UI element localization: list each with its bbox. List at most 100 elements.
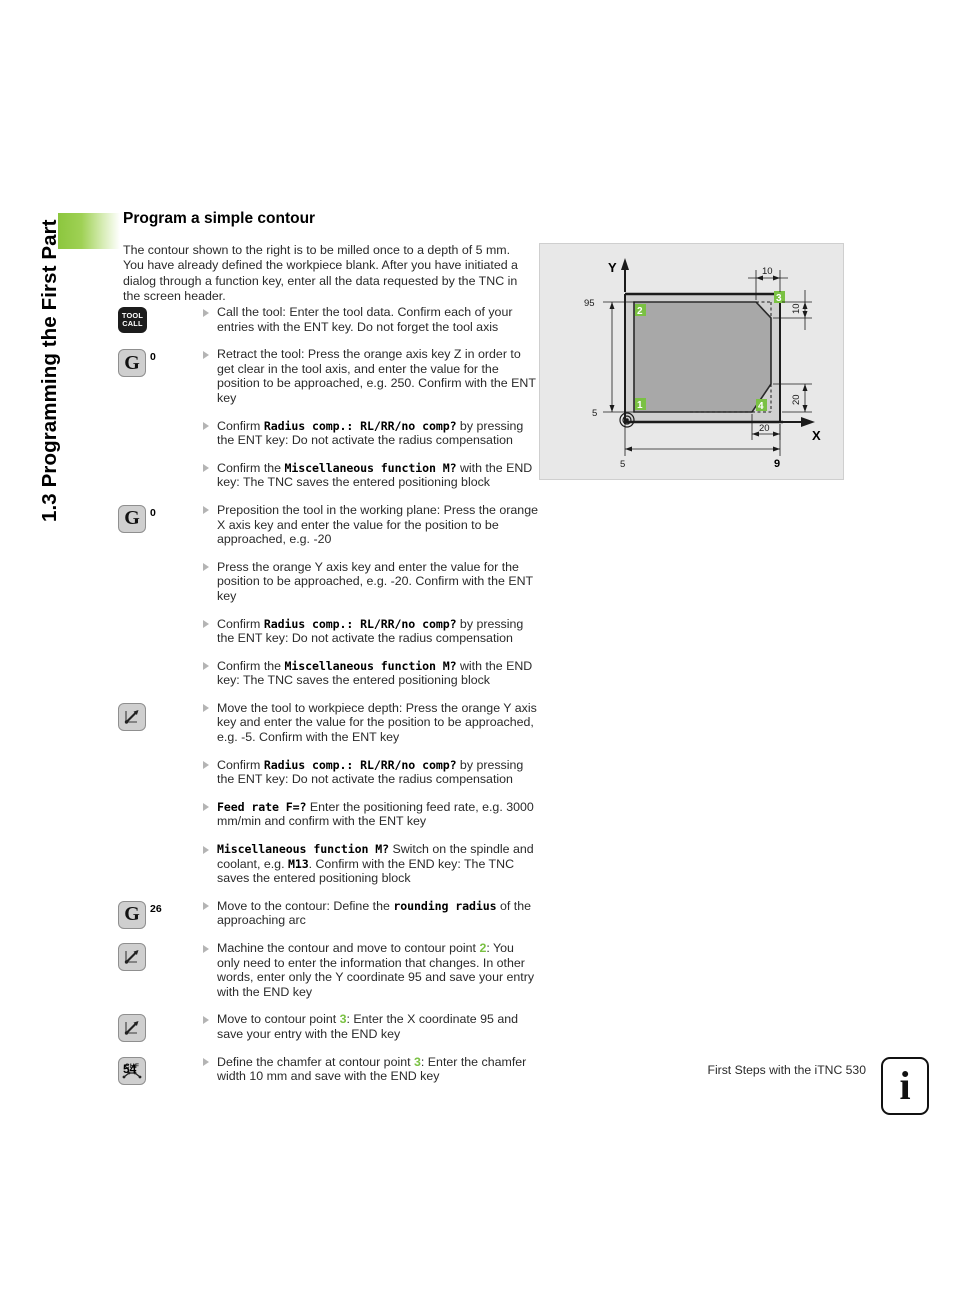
svg-text:2: 2 — [637, 306, 643, 317]
chapter-side-tab: 1.3 Programming the First Part — [0, 0, 120, 1308]
bullet-triangle-icon — [203, 662, 209, 671]
step-bullets: Retract the tool: Press the orange axis … — [203, 347, 538, 503]
tool-call-key-face: TOOL CALL — [118, 307, 147, 333]
instruction-bullet: Confirm the Miscellaneous function M? wi… — [203, 659, 538, 688]
text-run: Confirm — [217, 616, 264, 631]
instruction-bullet: Confirm Radius comp.: RL/RR/no comp? by … — [203, 419, 538, 448]
straight-line-icon — [118, 1014, 146, 1043]
tnc-dialog-prompt: Feed rate F=? — [217, 799, 307, 814]
straight-line-key[interactable] — [118, 943, 146, 971]
instruction-bullet: Preposition the tool in the working plan… — [203, 503, 538, 547]
axis-label-y: Y — [608, 260, 617, 275]
axis-label-x: X — [812, 428, 821, 443]
text-run: Move to contour point — [217, 1012, 340, 1027]
instruction-bullet: Call the tool: Enter the tool data. Conf… — [203, 305, 538, 334]
svg-text:1: 1 — [637, 400, 643, 411]
tnc-dialog-prompt: Radius comp.: RL/RR/no comp? — [263, 757, 457, 772]
info-icon: i — [881, 1057, 929, 1115]
dim-bottom-9: 9 — [774, 458, 780, 470]
straight-line-icon — [118, 943, 146, 971]
svg-text:3: 3 — [776, 293, 782, 304]
step-group: TOOL CALL Call the tool: Enter the tool da… — [118, 305, 538, 347]
svg-text:4: 4 — [758, 401, 764, 412]
bullet-text: Retract the tool: Press the orange axis … — [217, 347, 536, 405]
step-key-column — [118, 701, 203, 731]
step-key-column: G0 — [118, 347, 203, 378]
step-key-column: TOOL CALL — [118, 305, 203, 333]
step-group: G 26 Move to the contour: Define the round… — [118, 899, 538, 941]
bullet-text: Confirm Radius comp.: RL/RR/no comp? by … — [217, 758, 523, 787]
bullet-text: Call the tool: Enter the tool data. Conf… — [217, 305, 512, 334]
text-run: Move the tool to workpiece depth: Press … — [217, 700, 537, 745]
steps-list: TOOL CALL Call the tool: Enter the tool da… — [118, 305, 538, 1097]
straight-line-key[interactable] — [118, 1014, 146, 1043]
text-run: Confirm — [217, 757, 264, 772]
bullet-text: Press the orange Y axis key and enter th… — [217, 560, 533, 603]
dim-left-5: 5 — [592, 408, 597, 419]
step-bullets: Move to the contour: Define the rounding… — [203, 899, 538, 941]
bullet-text: Move to the contour: Define the rounding… — [217, 899, 531, 928]
tnc-dialog-prompt: Miscellaneous function M? — [284, 658, 457, 673]
step-key-column: G 26 — [118, 899, 203, 929]
step-group: G 0 Preposition the tool in the working pl… — [118, 503, 538, 701]
instruction-bullet: Press the orange Y axis key and enter th… — [203, 560, 538, 604]
footer-title: First Steps with the iTNC 530 — [707, 1063, 867, 1077]
bullet-text: Move the tool to workpiece depth: Press … — [217, 701, 537, 744]
step-group: Move to contour point 3: Enter the X coo… — [118, 1012, 538, 1054]
bullet-text: Machine the contour and move to contour … — [217, 941, 534, 999]
bullet-text: Confirm the Miscellaneous function M? wi… — [217, 659, 532, 688]
bullet-triangle-icon — [203, 563, 209, 572]
instruction-bullet: Feed rate F=? Enter the positioning feed… — [203, 800, 538, 829]
step-bullets: Call the tool: Enter the tool data. Conf… — [203, 305, 538, 347]
g-26-key[interactable]: G 26 — [118, 900, 162, 929]
straight-line-key[interactable] — [118, 702, 146, 731]
bullet-triangle-icon — [203, 422, 209, 431]
bullet-triangle-icon — [203, 506, 209, 515]
text-run: Retract the tool: Press the orange axis … — [217, 347, 536, 405]
tnc-dialog-prompt: M13 — [287, 856, 309, 871]
g-26-key-number: 26 — [150, 902, 162, 915]
instruction-bullet: Move the tool to workpiece depth: Press … — [203, 701, 538, 745]
bullet-triangle-icon — [203, 845, 209, 854]
bullet-text: Confirm Radius comp.: RL/RR/no comp? by … — [217, 617, 523, 646]
bullet-text: Miscellaneous function M? Switch on the … — [217, 842, 534, 885]
bullet-triangle-icon — [203, 350, 209, 359]
g-key-face: G — [118, 900, 146, 929]
g-zero-key[interactable]: G0 — [118, 504, 156, 533]
step-bullets: Define the chamfer at contour point 3: E… — [203, 1055, 538, 1097]
text-run: Move to the contour: Define the — [217, 898, 394, 913]
bullet-triangle-icon — [203, 308, 209, 317]
bullet-triangle-icon — [203, 704, 209, 713]
contour-shape — [633, 301, 772, 413]
g-key-face: G — [118, 504, 146, 533]
chapter-tab-swatch — [58, 213, 120, 249]
step-bullets: Move to contour point 3: Enter the X coo… — [203, 1012, 538, 1054]
text-run: Confirm the — [217, 460, 285, 475]
instruction-bullet: Confirm Radius comp.: RL/RR/no comp? by … — [203, 617, 538, 646]
text-run: Define the chamfer at contour point — [217, 1054, 414, 1069]
instruction-bullet: Confirm Radius comp.: RL/RR/no comp? by … — [203, 758, 538, 787]
tnc-dialog-prompt: Miscellaneous function M? — [284, 460, 457, 475]
dim-bottom-5: 5 — [620, 459, 625, 470]
text-run: Confirm — [217, 418, 264, 433]
step-key-column: G0 — [118, 503, 203, 533]
step-bullets: Machine the contour and move to contour … — [203, 941, 538, 1012]
chapter-tab-label: 1.3 Programming the First Part — [38, 219, 61, 522]
tnc-dialog-prompt: Radius comp.: RL/RR/no comp? — [263, 418, 457, 433]
instruction-bullet: Define the chamfer at contour point 3: E… — [203, 1055, 538, 1084]
dim-right-20: 20 — [791, 394, 802, 405]
tool-call-key[interactable]: TOOL CALL — [118, 307, 147, 333]
instruction-bullet: Miscellaneous function M? Switch on the … — [203, 842, 538, 886]
bullet-triangle-icon — [203, 620, 209, 628]
bullet-triangle-icon — [203, 761, 209, 770]
g-zero-key[interactable]: G0 — [118, 349, 156, 378]
dim-left-95: 95 — [584, 298, 595, 309]
tnc-dialog-prompt: Miscellaneous function M? — [217, 842, 390, 857]
bullet-triangle-icon — [203, 464, 209, 473]
instruction-bullet: Move to the contour: Define the rounding… — [203, 899, 538, 928]
text-run: Preposition the tool in the working plan… — [217, 502, 538, 547]
g-zero-key-number: 0 — [150, 351, 156, 364]
instruction-bullet: Move to contour point 3: Enter the X coo… — [203, 1012, 538, 1041]
tnc-dialog-prompt: rounding radius — [393, 898, 497, 913]
bullet-triangle-icon — [203, 902, 209, 911]
